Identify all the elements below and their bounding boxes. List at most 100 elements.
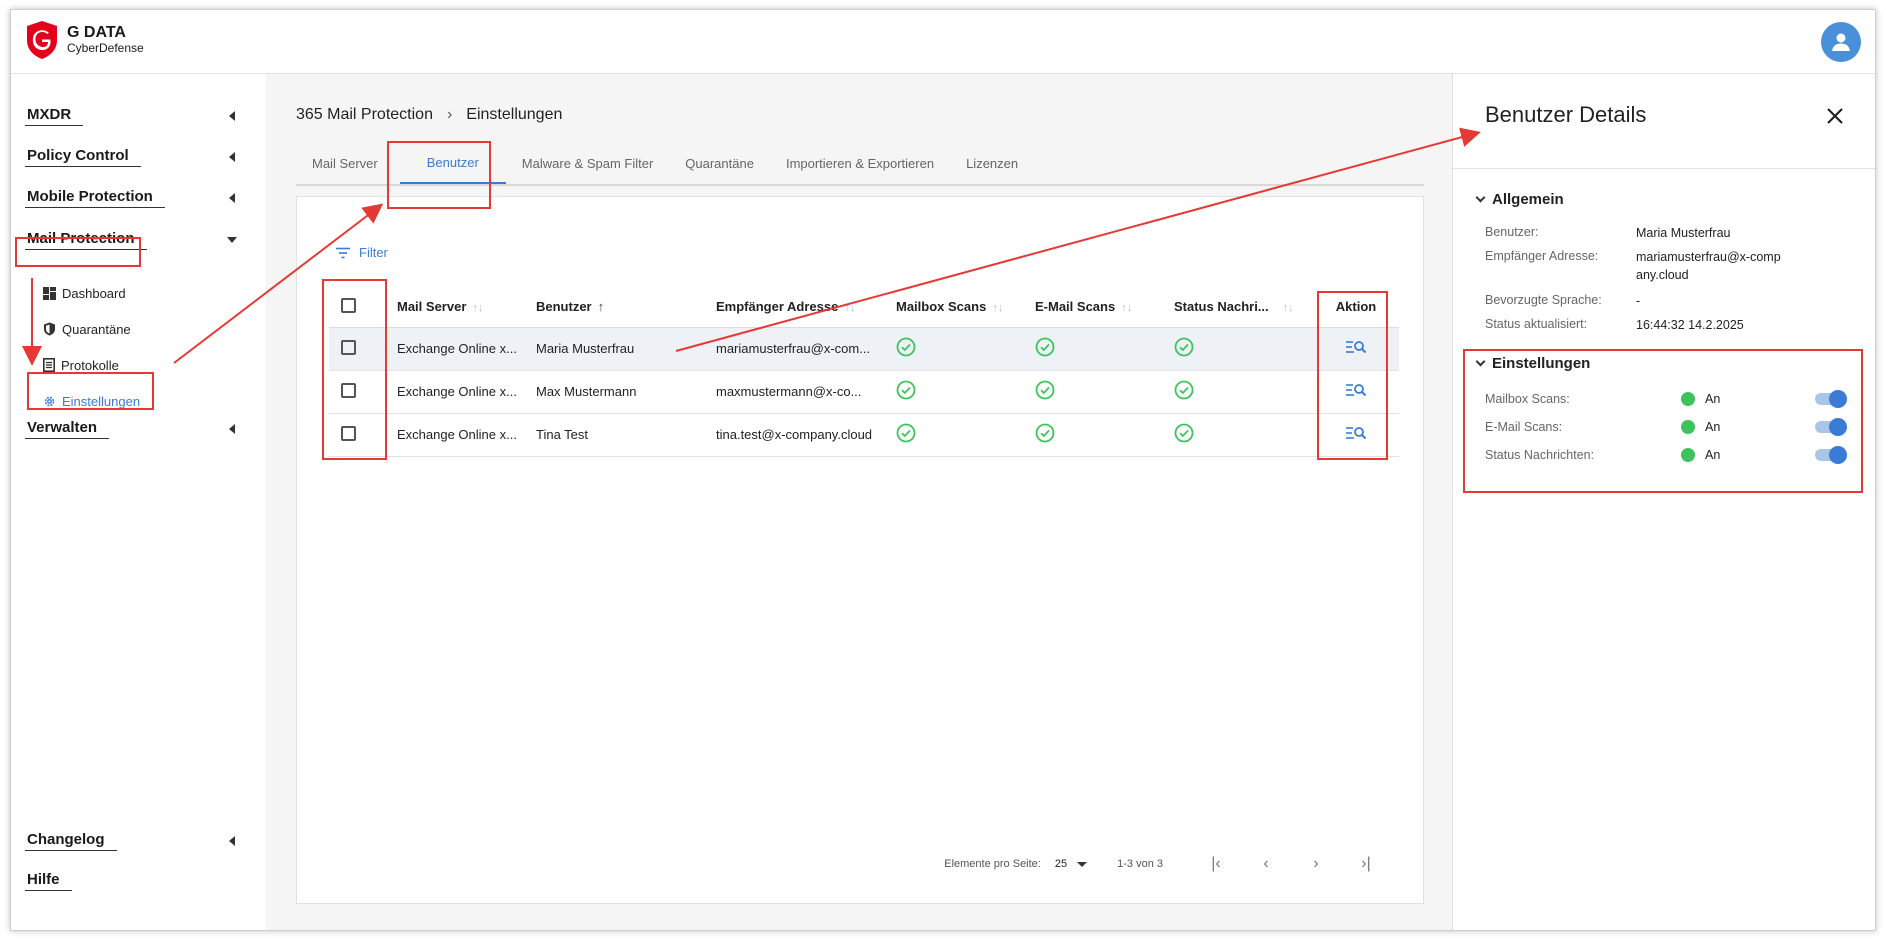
caret-left-icon	[229, 152, 235, 162]
setting-label: Mailbox Scans:	[1485, 392, 1570, 406]
setting-value: An	[1705, 392, 1721, 406]
field-benutzer: Benutzer: Maria Musterfrau	[1485, 225, 1786, 243]
next-page-button[interactable]: ›	[1291, 855, 1341, 873]
details-search-icon[interactable]	[1345, 339, 1367, 355]
sidebar-subitem-label: Einstellungen	[62, 393, 141, 409]
setting-value: An	[1705, 420, 1721, 434]
chevron-right-icon: ›	[446, 106, 453, 123]
sidebar-subitem-protokolle[interactable]: Protokolle	[43, 353, 119, 377]
section-title: Einstellungen	[1492, 355, 1591, 372]
filter-label: Filter	[359, 245, 388, 260]
header-empfaenger-adresse[interactable]: Empfänger Adresse ↑↓	[716, 287, 896, 328]
tab-quarantaene[interactable]: Quarantäne	[669, 142, 770, 184]
tab-benutzer[interactable]: Benutzer	[399, 142, 506, 184]
caret-left-icon	[229, 111, 235, 121]
cell-mail-server: Exchange Online x...	[397, 413, 536, 457]
close-icon[interactable]	[1823, 104, 1847, 128]
section-allgemein-header[interactable]: Allgemein	[1473, 191, 1564, 208]
status-nachrichten-toggle[interactable]	[1815, 446, 1847, 464]
sidebar-subitem-quarantaene[interactable]: Quarantäne	[43, 317, 131, 341]
field-value: 16:44:32 14.2.2025	[1636, 318, 1744, 332]
sidebar-subitem-dashboard[interactable]: Dashboard	[43, 281, 126, 305]
sidebar-subitem-label: Quarantäne	[62, 321, 131, 337]
caret-left-icon	[229, 836, 235, 846]
chevron-down-icon	[1475, 356, 1486, 367]
table-row[interactable]: Exchange Online x... Maria Musterfrau ma…	[329, 327, 1399, 371]
field-value: mariamusterfrau@x-company.cloud	[1636, 250, 1781, 282]
cell-benutzer: Tina Test	[536, 413, 716, 457]
row-checkbox-cell	[329, 413, 397, 457]
cell-benutzer: Maria Musterfrau	[536, 327, 716, 371]
field-value: -	[1636, 294, 1641, 308]
field-label: Empfänger Adresse:	[1485, 249, 1599, 263]
sidebar-item-verwalten[interactable]: Verwalten	[25, 414, 253, 444]
header-email-scans[interactable]: E-Mail Scans ↑↓	[1035, 287, 1174, 328]
page-size-select[interactable]: 25	[1055, 858, 1088, 870]
top-bar: G DATA CyberDefense	[11, 10, 1875, 74]
paginator: Elemente pro Seite: 25 1-3 von 3 |‹ ‹ › …	[944, 855, 1391, 873]
setting-email-scans: E-Mail Scans: An	[1485, 416, 1847, 438]
row-checkbox[interactable]	[341, 339, 356, 355]
cell-email-scans	[1035, 370, 1174, 414]
check-circle-icon	[1035, 380, 1055, 400]
first-page-button[interactable]: |‹	[1191, 855, 1241, 873]
section-einstellungen-header[interactable]: Einstellungen	[1473, 355, 1590, 372]
filter-button[interactable]: Filter	[335, 245, 388, 260]
details-search-icon[interactable]	[1345, 382, 1367, 398]
caret-down-icon	[1077, 861, 1088, 867]
user-avatar-button[interactable]	[1821, 22, 1861, 62]
tab-importieren-exportieren[interactable]: Importieren & Exportieren	[770, 142, 950, 184]
field-label: Benutzer:	[1485, 225, 1539, 239]
user-icon	[1832, 33, 1850, 51]
sidebar-item-mobile-protection[interactable]: Mobile Protection	[25, 183, 253, 213]
sidebar-item-label: Mail Protection	[25, 230, 147, 250]
sidebar-subitem-label: Protokolle	[61, 357, 119, 373]
toggle-knob	[1829, 446, 1847, 464]
header-mail-server[interactable]: Mail Server ↑↓	[397, 287, 536, 328]
sidebar-subitem-einstellungen[interactable]: Einstellungen	[43, 389, 140, 413]
setting-label: E-Mail Scans:	[1485, 420, 1563, 434]
previous-page-button[interactable]: ‹	[1241, 855, 1291, 873]
header-mailbox-scans[interactable]: Mailbox Scans ↑↓	[896, 287, 1035, 328]
table-header-row: Mail Server ↑↓ Benutzer ↑ Empfänger Adress…	[329, 287, 1399, 328]
check-circle-icon	[896, 337, 916, 357]
row-checkbox[interactable]	[341, 425, 356, 441]
details-search-icon[interactable]	[1345, 425, 1367, 441]
last-page-button[interactable]: ›|	[1341, 855, 1391, 873]
tab-lizenzen[interactable]: Lizenzen	[950, 142, 1034, 184]
tab-malware-spam-filter[interactable]: Malware & Spam Filter	[506, 142, 669, 184]
table-row[interactable]: Exchange Online x... Tina Test tina.test…	[329, 413, 1399, 457]
sidebar-item-hilfe[interactable]: Hilfe	[25, 866, 253, 896]
email-scans-toggle[interactable]	[1815, 418, 1847, 436]
mailbox-scans-toggle[interactable]	[1815, 390, 1847, 408]
check-circle-icon	[1174, 337, 1194, 357]
sidebar-item-mail-protection[interactable]: Mail Protection	[25, 225, 253, 255]
cell-mailbox-scans	[896, 370, 1035, 414]
sidebar: MXDR Policy Control Mobile Protection Ma…	[11, 74, 266, 930]
breadcrumb-parent[interactable]: 365 Mail Protection	[296, 106, 433, 124]
cell-mail-server: Exchange Online x...	[397, 327, 536, 371]
header-benutzer[interactable]: Benutzer ↑	[536, 287, 716, 328]
brand-name: G DATA	[67, 24, 126, 42]
select-all-checkbox[interactable]	[341, 297, 356, 313]
row-checkbox[interactable]	[341, 382, 356, 398]
check-circle-icon	[1174, 380, 1194, 400]
cell-empfaenger-adresse: mariamusterfrau@x-com...	[716, 327, 896, 371]
sort-icon: ↑↓	[992, 302, 1004, 315]
setting-status-nachrichten: Status Nachrichten: An	[1485, 444, 1847, 466]
header-aktion: Aktion	[1313, 287, 1399, 328]
header-status-nachrichten[interactable]: Status Nachri... ↑↓	[1174, 287, 1313, 328]
sidebar-item-mxdr[interactable]: MXDR	[25, 101, 253, 131]
check-circle-icon	[896, 380, 916, 400]
app-window: G DATA CyberDefense MXDR Policy Control …	[10, 9, 1876, 931]
cell-benutzer: Max Mustermann	[536, 370, 716, 414]
setting-value: An	[1705, 448, 1721, 462]
table-row[interactable]: Exchange Online x... Max Mustermann maxm…	[329, 370, 1399, 414]
logo[interactable]: G DATA CyberDefense	[25, 20, 144, 60]
sidebar-item-policy-control[interactable]: Policy Control	[25, 142, 253, 172]
sidebar-item-changelog[interactable]: Changelog	[25, 826, 253, 856]
column-label: E-Mail Scans	[1035, 299, 1116, 315]
sidebar-item-label: MXDR	[25, 106, 84, 126]
tab-mail-server[interactable]: Mail Server	[296, 142, 394, 184]
field-status-aktualisiert: Status aktualisiert: 16:44:32 14.2.2025	[1485, 317, 1786, 335]
